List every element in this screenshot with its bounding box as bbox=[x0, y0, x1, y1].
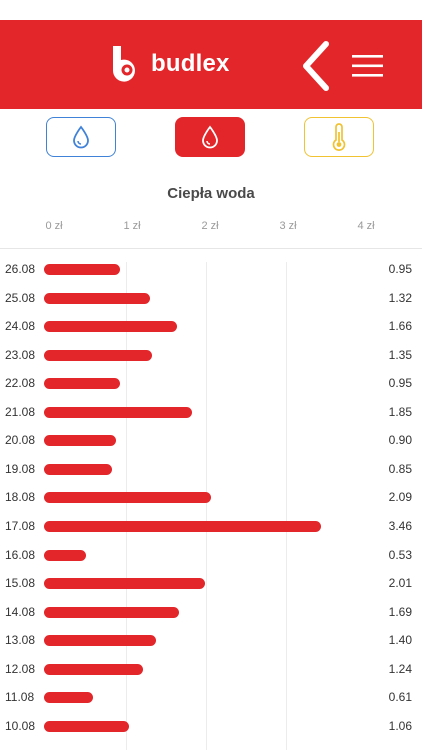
chart-row: 22.08 0.95 bbox=[0, 370, 422, 398]
row-date-label: 23.08 bbox=[5, 347, 36, 362]
chart-row: 13.08 1.40 bbox=[0, 627, 422, 655]
row-value-label: 1.32 bbox=[388, 290, 412, 305]
bar[interactable] bbox=[44, 692, 93, 704]
x-axis-tick-label: 3 zł bbox=[279, 220, 297, 232]
row-value-label: 1.69 bbox=[388, 604, 412, 619]
chart-row: 16.08 0.53 bbox=[0, 542, 422, 570]
row-date-label: 25.08 bbox=[5, 290, 36, 305]
brand-logo: budlex bbox=[107, 44, 230, 84]
bar[interactable] bbox=[44, 321, 177, 333]
chart-row: 10.08 1.06 bbox=[0, 713, 422, 741]
hamburger-menu-icon bbox=[352, 55, 383, 77]
bar[interactable] bbox=[44, 520, 321, 532]
x-axis-tick-label: 4 zł bbox=[357, 220, 375, 232]
row-date-label: 21.08 bbox=[5, 404, 36, 419]
row-date-label: 17.08 bbox=[5, 518, 36, 533]
x-axis-tick-label: 1 zł bbox=[123, 220, 141, 232]
row-date-label: 14.08 bbox=[5, 604, 36, 619]
row-date-label: 16.08 bbox=[5, 547, 36, 562]
x-axis-tick-label: 2 zł bbox=[201, 220, 219, 232]
row-date-label: 26.08 bbox=[5, 262, 36, 276]
bar[interactable] bbox=[44, 549, 87, 561]
row-value-label: 0.85 bbox=[388, 461, 412, 476]
chart-row: 19.08 0.85 bbox=[0, 456, 422, 484]
chart-row: 23.08 1.35 bbox=[0, 342, 422, 370]
media-tabs bbox=[0, 117, 422, 159]
x-axis-labels: 0 zł 1 zł 2 zł 3 zł 4 zł bbox=[0, 220, 422, 236]
row-value-label: 1.40 bbox=[388, 633, 412, 648]
row-value-label: 3.46 bbox=[388, 518, 412, 533]
row-date-label: 10.08 bbox=[5, 718, 36, 733]
row-value-label: 2.01 bbox=[388, 576, 412, 591]
brand-name: budlex bbox=[151, 50, 230, 77]
chart-row: 11.08 0.61 bbox=[0, 684, 422, 712]
bar[interactable] bbox=[44, 720, 129, 732]
row-value-label: 0.90 bbox=[388, 433, 412, 448]
chart-row: 24.08 1.66 bbox=[0, 313, 422, 341]
bar[interactable] bbox=[44, 406, 192, 418]
bar[interactable] bbox=[44, 264, 120, 275]
row-date-label: 15.08 bbox=[5, 576, 36, 591]
row-date-label: 11.08 bbox=[5, 690, 35, 705]
chart-row: 25.08 1.32 bbox=[0, 285, 422, 313]
row-value-label: 1.06 bbox=[388, 718, 412, 733]
water-drop-icon bbox=[202, 125, 218, 149]
row-date-label: 18.08 bbox=[5, 490, 36, 505]
row-value-label: 1.24 bbox=[388, 661, 412, 676]
row-date-label: 12.08 bbox=[5, 661, 36, 676]
water-drop-icon bbox=[73, 125, 89, 149]
x-axis-tick-label: 0 zł bbox=[45, 220, 63, 232]
bar[interactable] bbox=[44, 635, 156, 647]
row-date-label: 19.08 bbox=[5, 461, 36, 476]
budlex-logo-icon bbox=[112, 46, 135, 82]
axis-divider bbox=[0, 248, 422, 249]
chart-row: 14.08 1.69 bbox=[0, 599, 422, 627]
tab-heating[interactable] bbox=[304, 117, 374, 157]
bar[interactable] bbox=[44, 349, 152, 361]
row-value-label: 0.61 bbox=[388, 690, 412, 705]
chart-row: 20.08 0.90 bbox=[0, 427, 422, 455]
row-date-label: 22.08 bbox=[5, 376, 36, 391]
menu-button[interactable] bbox=[350, 52, 386, 80]
chart-row: 15.08 2.01 bbox=[0, 570, 422, 598]
back-button[interactable] bbox=[298, 40, 334, 92]
bar[interactable] bbox=[44, 578, 205, 590]
app-header: budlex bbox=[0, 20, 422, 109]
bar[interactable] bbox=[44, 463, 112, 475]
bar[interactable] bbox=[44, 292, 150, 304]
chart-row: 21.08 1.85 bbox=[0, 399, 422, 427]
chart-title: Ciepła woda bbox=[167, 185, 255, 202]
chart-row: 26.08 0.95 bbox=[0, 256, 422, 284]
row-date-label: 24.08 bbox=[5, 319, 36, 334]
tab-cold-water[interactable] bbox=[46, 117, 116, 157]
chart-row: 17.08 3.46 bbox=[0, 513, 422, 541]
row-date-label: 13.08 bbox=[5, 633, 36, 648]
row-value-label: 0.95 bbox=[388, 376, 412, 391]
chevron-left-icon bbox=[303, 41, 329, 91]
row-value-label: 0.53 bbox=[388, 547, 412, 562]
chart-row: 12.08 1.24 bbox=[0, 656, 422, 684]
chart-row: 18.08 2.09 bbox=[0, 484, 422, 512]
row-value-label: 1.66 bbox=[388, 319, 412, 334]
row-value-label: 1.35 bbox=[388, 347, 412, 362]
thermometer-icon bbox=[332, 123, 346, 151]
row-value-label: 1.85 bbox=[388, 404, 412, 419]
tab-hot-water[interactable] bbox=[175, 117, 245, 157]
row-value-label: 0.95 bbox=[388, 262, 412, 276]
bar[interactable] bbox=[44, 663, 144, 675]
bar[interactable] bbox=[44, 606, 180, 618]
bar[interactable] bbox=[44, 492, 212, 504]
row-date-label: 20.08 bbox=[5, 433, 36, 448]
bar[interactable] bbox=[44, 435, 116, 447]
row-value-label: 2.09 bbox=[388, 490, 412, 505]
bar[interactable] bbox=[44, 378, 120, 390]
